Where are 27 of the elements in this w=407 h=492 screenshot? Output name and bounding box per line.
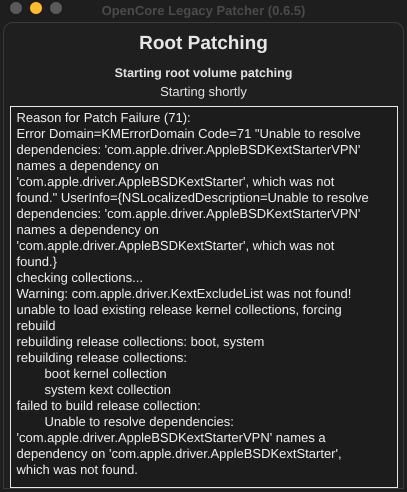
log-line: rebuilding release collections: boot, system <box>16 334 266 350</box>
log-line: Error Domain=KMErrorDomain Code=71 "Unable to resolve <box>16 126 362 142</box>
log-line: failed to build release collection: <box>16 398 202 414</box>
log-line: 'com.apple.driver.AppleBSDKextStarter', which was not <box>16 238 336 254</box>
log-line: dependency on 'com.apple.driver.AppleBSDKextStarter', <box>16 446 343 462</box>
log-line: boot kernel collection <box>44 366 168 382</box>
log-line: dependencies: 'com.apple.driver.AppleBSDKextStarterVPN' <box>16 206 362 222</box>
log-line: found.} <box>16 254 58 270</box>
log-line: 'com.apple.driver.AppleBSDKextStarter', which was not <box>16 174 336 190</box>
log-line: Reason for Patch Failure (71): <box>16 110 192 126</box>
status-text: Starting shortly <box>160 83 247 101</box>
log-line: names a dependency on <box>16 222 160 238</box>
log-line: unable to load existing release kernel collections, forcing <box>16 302 343 318</box>
heading: Root Patching <box>139 32 268 56</box>
subtitle: Starting root volume patching <box>114 65 292 82</box>
log-line: system kext collection <box>44 382 172 398</box>
log-line: Unable to resolve dependencies: <box>44 414 235 430</box>
log-line: names a dependency on <box>16 158 160 174</box>
log-line: Warning: com.apple.driver.KextExcludeList was not found! <box>16 286 352 302</box>
log-line: which was not found. <box>16 462 139 478</box>
log-line: rebuild <box>16 318 57 334</box>
log-line: 'com.apple.driver.AppleBSDKextStarterVPN' names a <box>16 430 327 446</box>
log-line: dependencies: 'com.apple.driver.AppleBSDKextStarterVPN' <box>16 142 362 158</box>
window-control[interactable] <box>30 2 42 14</box>
log-line: checking collections... <box>16 270 144 286</box>
log-line: found." UserInfo={NSLocalizedDescription=Unable to resolve <box>16 190 370 206</box>
log-line: rebuilding release collections: <box>16 350 188 366</box>
